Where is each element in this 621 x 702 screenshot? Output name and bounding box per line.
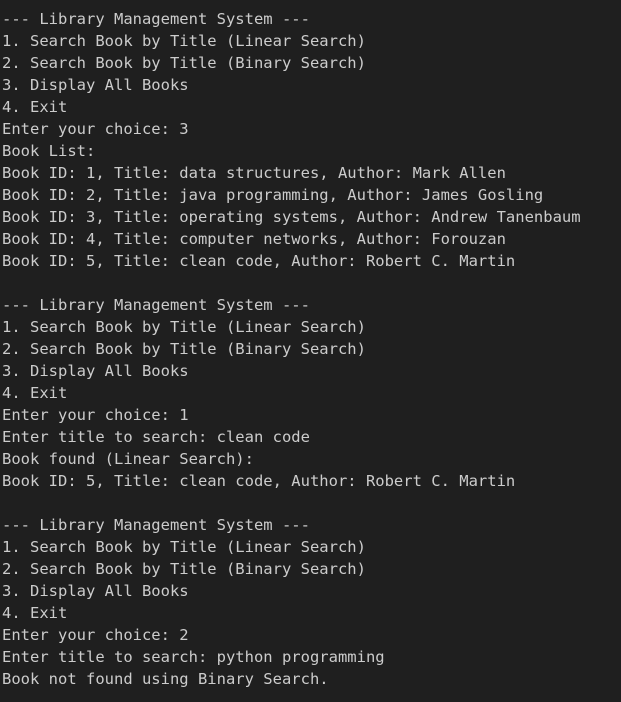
menu-option-linear-search: 1. Search Book by Title (Linear Search) <box>2 32 366 50</box>
book-entry: Book ID: 5, Title: clean code, Author: R… <box>2 252 516 270</box>
choice-prompt: Enter your choice: 1 <box>2 406 189 424</box>
book-list-heading: Book List: <box>2 142 96 160</box>
book-entry: Book ID: 5, Title: clean code, Author: R… <box>2 472 516 490</box>
choice-prompt: Enter your choice: 3 <box>2 120 189 138</box>
menu-option-exit: 4. Exit <box>2 98 68 116</box>
menu-header: --- Library Management System --- <box>2 296 310 314</box>
search-result-message: Book not found using Binary Search. <box>2 670 329 688</box>
title-search-prompt: Enter title to search: python programmin… <box>2 648 385 666</box>
menu-header: --- Library Management System --- <box>2 10 310 28</box>
menu-option-display-all: 3. Display All Books <box>2 582 189 600</box>
book-entry: Book ID: 1, Title: data structures, Auth… <box>2 164 506 182</box>
menu-option-display-all: 3. Display All Books <box>2 76 189 94</box>
book-entry: Book ID: 4, Title: computer networks, Au… <box>2 230 506 248</box>
book-entry: Book ID: 3, Title: operating systems, Au… <box>2 208 581 226</box>
menu-option-linear-search: 1. Search Book by Title (Linear Search) <box>2 318 366 336</box>
menu-option-exit: 4. Exit <box>2 604 68 622</box>
title-search-prompt: Enter title to search: clean code <box>2 428 310 446</box>
menu-option-linear-search: 1. Search Book by Title (Linear Search) <box>2 538 366 556</box>
book-entry: Book ID: 2, Title: java programming, Aut… <box>2 186 544 204</box>
menu-option-display-all: 3. Display All Books <box>2 362 189 380</box>
search-result-heading: Book found (Linear Search): <box>2 450 254 468</box>
menu-option-binary-search: 2. Search Book by Title (Binary Search) <box>2 340 366 358</box>
menu-option-binary-search: 2. Search Book by Title (Binary Search) <box>2 560 366 578</box>
menu-header: --- Library Management System --- <box>2 516 310 534</box>
terminal-output[interactable]: --- Library Management System --- 1. Sea… <box>0 0 621 702</box>
menu-option-binary-search: 2. Search Book by Title (Binary Search) <box>2 54 366 72</box>
menu-option-exit: 4. Exit <box>2 384 68 402</box>
choice-prompt: Enter your choice: 2 <box>2 626 189 644</box>
